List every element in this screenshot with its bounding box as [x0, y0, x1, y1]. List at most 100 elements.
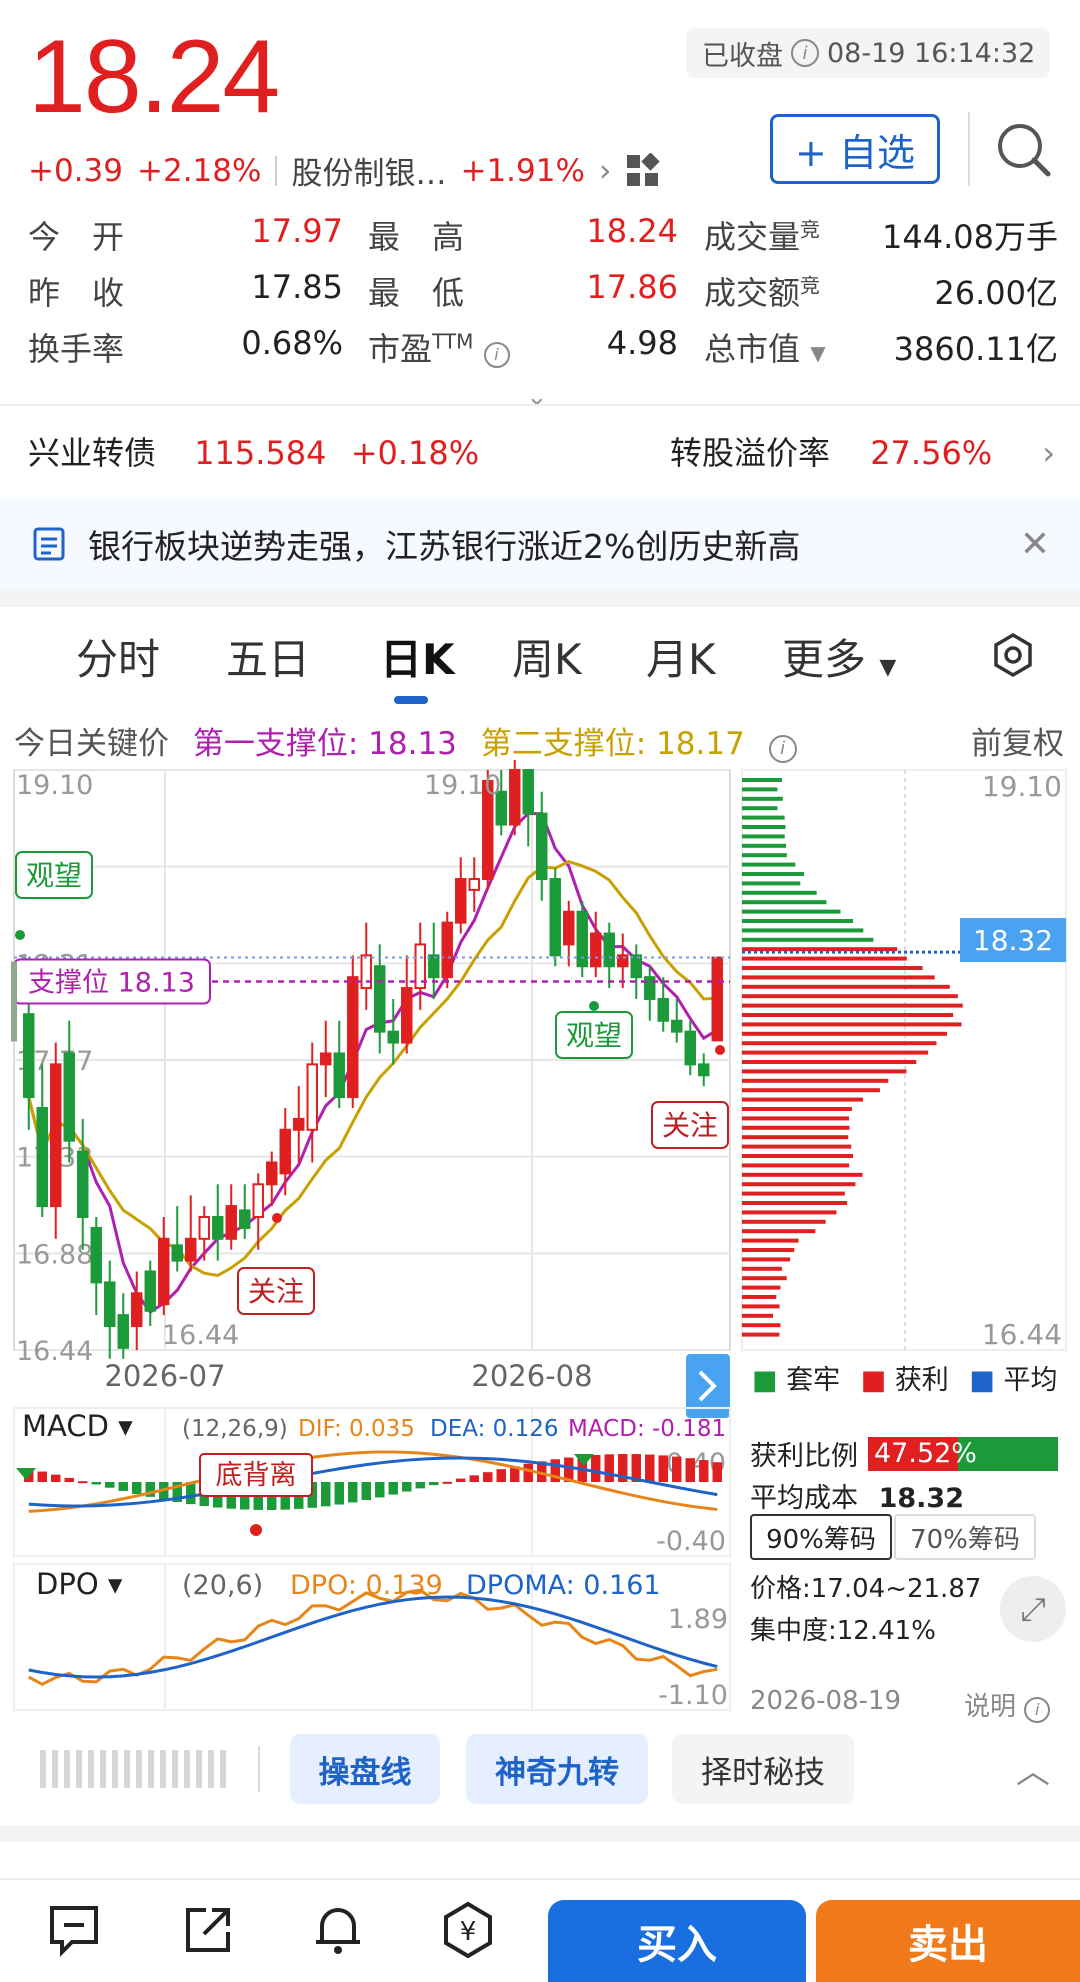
signal-dot — [589, 1001, 599, 1011]
close-icon[interactable]: ✕ — [1020, 524, 1050, 565]
comment-icon[interactable] — [42, 1898, 106, 1962]
chip-bar — [742, 1276, 787, 1280]
candle-body — [375, 966, 384, 1031]
candle-body — [146, 1272, 155, 1311]
candle-body — [281, 1130, 290, 1174]
dpo-panel: DPO ▾ (20,6) DPO: 0.139 DPOMA: 0.1611.89-1.… — [14, 1564, 730, 1711]
info-icon[interactable]: i — [769, 735, 797, 763]
pe-value: 4.98 — [568, 324, 678, 362]
mcap-value: 3860.11亿 — [848, 324, 1058, 370]
watch-tag-text: 观望 — [26, 859, 82, 892]
open-value: 17.97 — [233, 212, 343, 250]
candle-body — [105, 1282, 114, 1326]
chip-bar — [742, 1201, 847, 1205]
chip-bar — [742, 1013, 953, 1017]
chart-grid: 19.1018.6618.2117.7717.3316.8816.442026-… — [14, 770, 730, 1393]
candle-body — [564, 912, 573, 945]
premium-row[interactable]: 转股溢价率 27.56% › — [670, 428, 1055, 474]
settings-icon[interactable] — [990, 632, 1036, 678]
bell-icon[interactable] — [306, 1898, 370, 1962]
avg-tag-text: 18.32 — [973, 924, 1053, 957]
chip-bar — [742, 863, 795, 867]
support-2: 第二支撑位: 18.17 — [481, 726, 745, 762]
adjust-mode[interactable]: 前复权 — [971, 718, 1064, 763]
support-1: 第一支撑位: 18.13 — [193, 726, 457, 762]
mcap-label[interactable]: 总市值 ▼ — [704, 324, 826, 370]
avg-cost-row: 平均成本 18.32 — [750, 1476, 964, 1515]
chip-90-button[interactable]: 90%筹码 — [750, 1514, 892, 1560]
low-label: 最 低 — [368, 268, 464, 314]
change-row: +0.39 +2.18% 股份制银… +1.91% › — [28, 148, 661, 193]
avg-cost-label: 平均成本 — [750, 1483, 858, 1514]
sell-button[interactable]: 卖出 — [816, 1900, 1080, 1982]
share-icon[interactable] — [176, 1898, 240, 1962]
convertible-bond-row[interactable]: 兴业转债 115.584 +0.18% — [28, 428, 479, 474]
tool-trading-line[interactable]: 操盘线 — [290, 1734, 440, 1804]
fullscreen-icon[interactable]: ⤢ — [1000, 1576, 1066, 1642]
macd-bar — [119, 1482, 128, 1491]
tab-monthly-k[interactable]: 月K — [646, 626, 716, 687]
chip-date: 2026-08-19 — [750, 1686, 901, 1716]
macd-dif: DIF: 0.035 — [298, 1416, 415, 1442]
dpo-bottom: -1.10 — [658, 1680, 728, 1711]
price-change-pct: +2.18% — [137, 153, 261, 189]
add-watchlist-button[interactable]: + 自选 — [770, 114, 940, 184]
candle-body — [713, 958, 722, 1041]
expand-chevron-icon[interactable]: ⌄ — [526, 382, 548, 412]
candle-body — [267, 1162, 276, 1184]
tab-more[interactable]: 更多 ▼ — [782, 626, 896, 687]
buy-button[interactable]: 买入 — [548, 1900, 806, 1982]
candle-body — [605, 934, 614, 967]
chip-bar — [742, 1220, 826, 1224]
blurred-text — [40, 1750, 230, 1788]
candle-body — [78, 1152, 87, 1217]
chip-bar — [742, 1314, 773, 1318]
info-icon[interactable]: i — [791, 39, 819, 67]
watch-tag-text: 观望 — [566, 1019, 622, 1052]
candle-body — [659, 999, 668, 1021]
candle-body — [51, 1064, 60, 1206]
sector-pct[interactable]: +1.91% — [460, 153, 584, 189]
turnover-value: 0.68% — [233, 324, 343, 362]
candle-body — [551, 879, 560, 955]
macd-bar — [92, 1482, 101, 1484]
chip-bar — [742, 1079, 888, 1083]
search-icon[interactable] — [994, 120, 1054, 180]
low-price-mark: 16.44 — [162, 1320, 239, 1351]
tool-magic-nine[interactable]: 神奇九转 — [466, 1734, 648, 1804]
chip-70-button[interactable]: 70%筹码 — [894, 1514, 1036, 1560]
tab-daily-k[interactable]: 日K — [380, 626, 455, 687]
candle-body — [200, 1217, 209, 1239]
chip-bar — [742, 985, 950, 989]
chevron-right-icon[interactable]: › — [1042, 434, 1055, 472]
candle-body — [335, 1053, 344, 1097]
dpoma-line — [29, 1597, 718, 1677]
sector-name[interactable]: 股份制银… — [291, 148, 446, 193]
tool-timing[interactable]: 择时秘技 — [672, 1734, 854, 1804]
yuan-icon[interactable]: ¥ — [436, 1898, 500, 1962]
candle-body — [38, 1108, 47, 1206]
macd-name: MACD ▾ — [22, 1409, 133, 1443]
chip-bar — [742, 1163, 849, 1167]
candle-body — [402, 988, 411, 1043]
macd-bar — [105, 1482, 114, 1488]
chip-bar — [742, 975, 935, 979]
chip-bar — [742, 1145, 851, 1149]
grid-icon[interactable] — [625, 153, 661, 189]
tab-5day[interactable]: 五日 — [226, 626, 310, 687]
explain-link[interactable]: 说明 i — [964, 1686, 1050, 1723]
x-tick-label: 2026-08 — [471, 1359, 592, 1393]
ma-line — [29, 862, 718, 1276]
chip-bar — [742, 1192, 845, 1196]
news-banner[interactable]: 银行板块逆势走强，江苏银行涨近2%创历史新高 ✕ — [0, 497, 1080, 591]
collapse-icon[interactable]: ︿ — [1016, 1744, 1050, 1793]
chip-concentration: 集中度:12.41% — [750, 1610, 936, 1647]
chevron-right-icon[interactable]: › — [599, 153, 611, 189]
support-tag-text: 支撑位 18.13 — [28, 968, 195, 999]
candle-body — [591, 934, 600, 967]
macd-dea: DEA: 0.126 — [430, 1416, 558, 1442]
tab-intraday[interactable]: 分时 — [76, 626, 160, 687]
tab-weekly-k[interactable]: 周K — [512, 626, 582, 687]
macd-bar — [659, 1455, 668, 1482]
focus-tag-text: 关注 — [662, 1109, 718, 1142]
